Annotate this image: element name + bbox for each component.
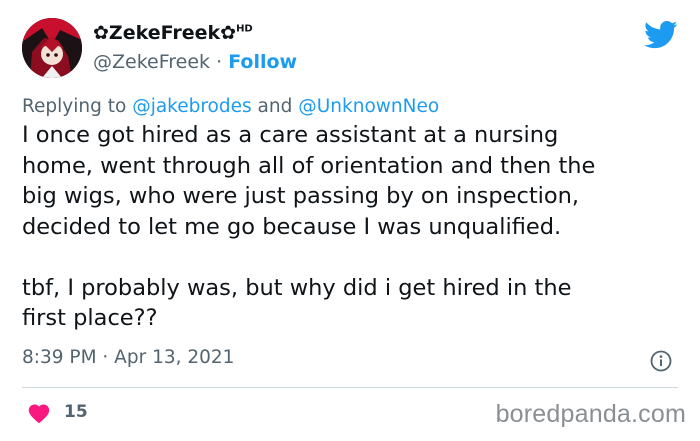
mention-link-2[interactable]: @UnknownNeo	[298, 96, 439, 117]
twitter-bird-icon[interactable]	[644, 20, 678, 50]
avatar[interactable]	[22, 18, 82, 78]
replying-to-label: Replying to	[22, 96, 127, 117]
tweet-timestamp[interactable]: 8:39 PM · Apr 13, 2021	[22, 347, 234, 368]
mention-link-1[interactable]: @jakebrodes	[132, 96, 251, 117]
tweet-text: I once got hired as a care assistant at …	[22, 122, 596, 331]
info-icon[interactable]	[650, 350, 672, 372]
author-display-name[interactable]: ✿ZekeFreek✿HD	[93, 22, 253, 44]
display-name-suffix: HD	[236, 23, 253, 35]
author-handle[interactable]: @ZekeFreek	[93, 51, 210, 73]
handle-separator: ·	[216, 51, 223, 73]
display-name-text: ✿ZekeFreek✿	[93, 22, 237, 44]
author-handle-row: @ZekeFreek · Follow	[93, 51, 297, 73]
follow-button[interactable]: Follow	[228, 51, 297, 73]
replying-to-line: Replying to @jakebrodes and @UnknownNeo	[22, 96, 439, 117]
watermark-text: boredpanda.com	[495, 400, 686, 428]
heart-icon[interactable]	[27, 402, 51, 424]
like-count: 15	[64, 402, 88, 422]
divider	[22, 387, 678, 388]
replying-to-conjunction: and	[257, 96, 293, 117]
